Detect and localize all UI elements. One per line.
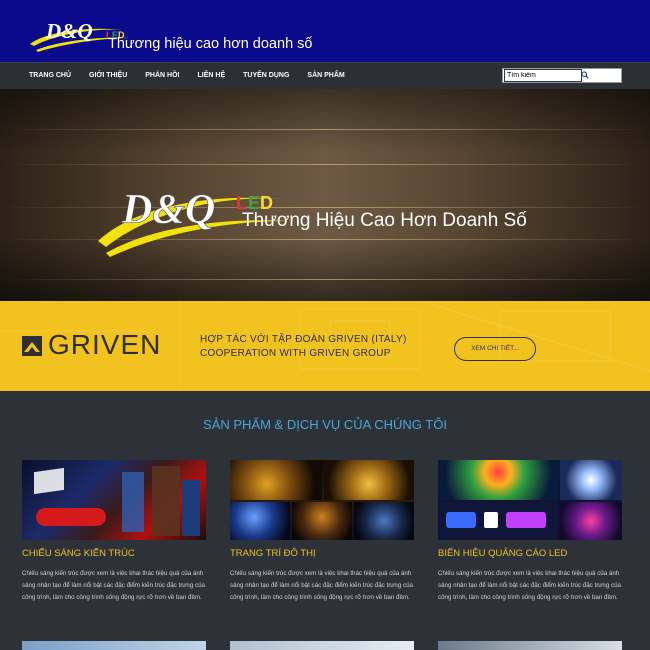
griven-logo-icon	[22, 336, 42, 356]
nav-item-products[interactable]: SẢN PHẨM	[307, 63, 344, 88]
search-box	[502, 68, 622, 83]
urban-decoration-image[interactable]	[230, 460, 414, 540]
search-input[interactable]	[504, 69, 582, 82]
service-card-description: Chiếu sáng kiến trúc được xem là việc kh…	[22, 570, 205, 601]
service-card-description: Chiếu sáng kiến trúc được xem là việc kh…	[230, 570, 413, 601]
nav-item-recruitment[interactable]: TUYỂN DỤNG	[243, 63, 289, 88]
service-card-title[interactable]: TRANG TRÍ ĐÔ THỊ	[230, 548, 316, 559]
griven-brand: GRIVEN	[48, 329, 162, 360]
partner-heading: HỢP TÁC VỚI TẬP ĐOÀN GRIVEN (ITALY)	[200, 334, 407, 345]
nav-item-contact[interactable]: LIÊN HỆ	[198, 63, 226, 88]
service-card-description: Chiếu sáng kiến trúc được xem là việc kh…	[438, 570, 621, 601]
hero-logo: D&Q L E D	[98, 187, 288, 257]
service-card-urban[interactable]: TRANG TRÍ ĐÔ THỊ Chiếu sáng kiến trúc đư…	[230, 460, 414, 601]
svg-text:D&Q: D&Q	[121, 187, 215, 233]
view-details-button[interactable]: XEM CHI TIẾT...	[454, 337, 536, 361]
header-slogan: Thương hiệu cao hơn doanh số	[108, 36, 313, 52]
nav-item-feedback[interactable]: PHẢN HỒI	[145, 63, 179, 88]
hero-slogan: Thương Hiệu Cao Hơn Doanh Số	[242, 210, 527, 231]
next-card-image[interactable]	[230, 641, 414, 650]
nav-item-home[interactable]: TRANG CHỦ	[29, 63, 71, 88]
services-title: SẢN PHẨM & DỊCH VỤ CỦA CHÚNG TÔI	[203, 417, 447, 432]
service-card-architecture[interactable]: CHIẾU SÁNG KIẾN TRÚC Chiếu sáng kiến trú…	[22, 460, 206, 601]
nav-item-about[interactable]: GIỚI THIỆU	[89, 63, 127, 88]
next-card-image[interactable]	[22, 641, 206, 650]
service-card-led-signs[interactable]: BIỂN HIỆU QUẢNG CÁO LED Chiếu sáng kiến …	[438, 460, 622, 601]
search-icon[interactable]	[581, 71, 589, 79]
hero-banner: D&Q L E D	[0, 89, 650, 301]
led-signage-image[interactable]	[438, 460, 622, 540]
main-nav: TRANG CHỦ GIỚI THIỆU PHẢN HỒI LIÊN HỆ TU…	[0, 62, 650, 89]
site-header: D&Q L E D Thương hiệu cao hơn doanh số	[0, 0, 650, 62]
partner-subheading: COOPERATION WITH GRIVEN GROUP	[200, 348, 391, 359]
svg-text:D&Q: D&Q	[45, 19, 93, 43]
architecture-lighting-image[interactable]	[22, 460, 206, 540]
service-card-title[interactable]: CHIẾU SÁNG KIẾN TRÚC	[22, 548, 135, 559]
service-card-title[interactable]: BIỂN HIỆU QUẢNG CÁO LED	[438, 548, 567, 559]
next-card-image[interactable]	[438, 641, 622, 650]
